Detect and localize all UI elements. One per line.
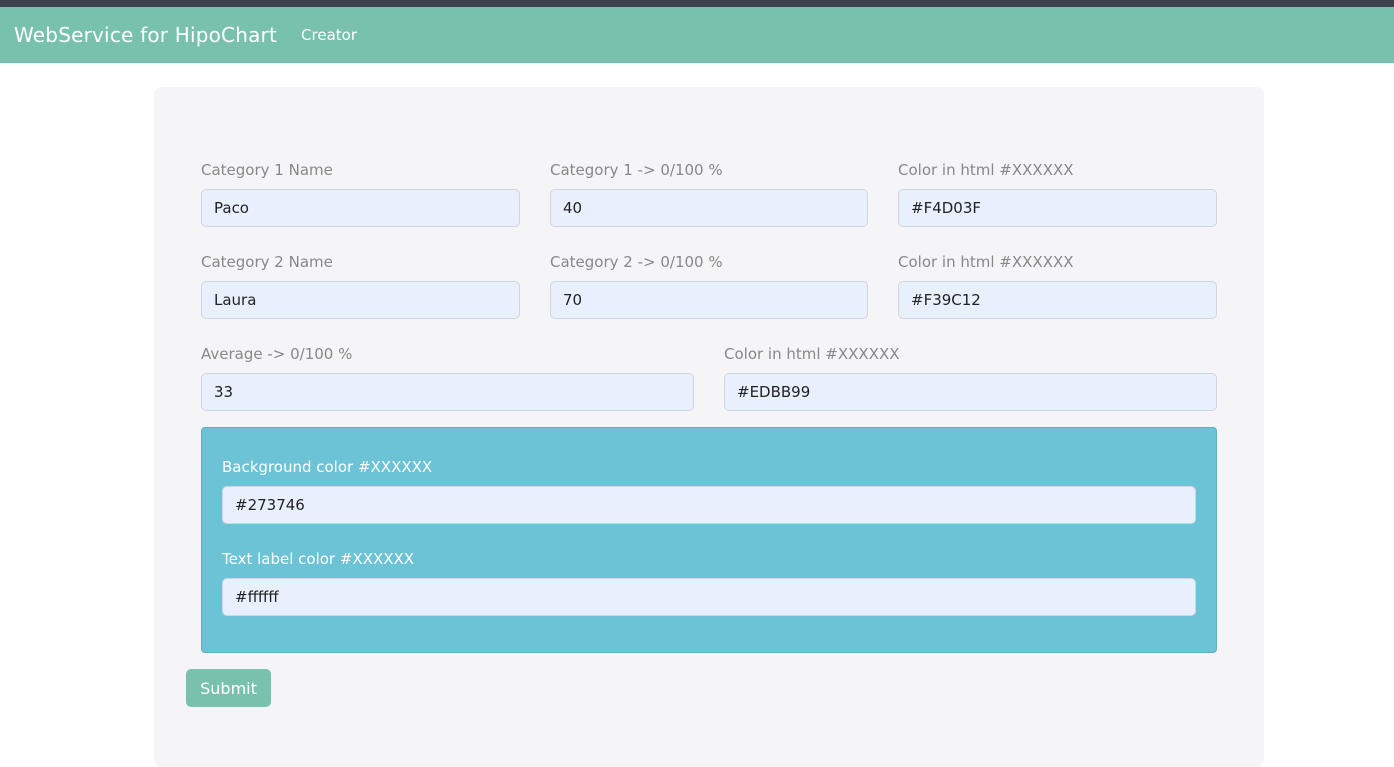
category2-percent-input[interactable] bbox=[550, 281, 868, 319]
average-color-label: Color in html #XXXXXX bbox=[724, 345, 900, 363]
category1-color-label: Color in html #XXXXXX bbox=[898, 161, 1074, 179]
category2-name-input[interactable] bbox=[201, 281, 520, 319]
average-label: Average -> 0/100 % bbox=[201, 345, 353, 363]
navbar: WebService for HipoChart Creator bbox=[0, 7, 1394, 63]
category1-name-input[interactable] bbox=[201, 189, 520, 227]
browser-top-strip bbox=[0, 0, 1394, 7]
average-color-input[interactable] bbox=[724, 373, 1217, 411]
category1-name-label: Category 1 Name bbox=[201, 161, 333, 179]
category2-name-label: Category 2 Name bbox=[201, 253, 333, 271]
category2-percent-label: Category 2 -> 0/100 % bbox=[550, 253, 723, 271]
background-color-label: Background color #XXXXXX bbox=[222, 458, 433, 476]
category1-color-input[interactable] bbox=[898, 189, 1217, 227]
category1-percent-label: Category 1 -> 0/100 % bbox=[550, 161, 723, 179]
text-label-color-label: Text label color #XXXXXX bbox=[222, 550, 415, 568]
category2-color-label: Color in html #XXXXXX bbox=[898, 253, 1074, 271]
nav-link-creator[interactable]: Creator bbox=[301, 26, 357, 44]
background-color-input[interactable] bbox=[222, 486, 1196, 524]
text-label-color-input[interactable] bbox=[222, 578, 1196, 616]
brand-link[interactable]: WebService for HipoChart bbox=[14, 23, 277, 47]
submit-button[interactable]: Submit bbox=[186, 669, 271, 707]
average-input[interactable] bbox=[201, 373, 694, 411]
category2-color-input[interactable] bbox=[898, 281, 1217, 319]
category1-percent-input[interactable] bbox=[550, 189, 868, 227]
